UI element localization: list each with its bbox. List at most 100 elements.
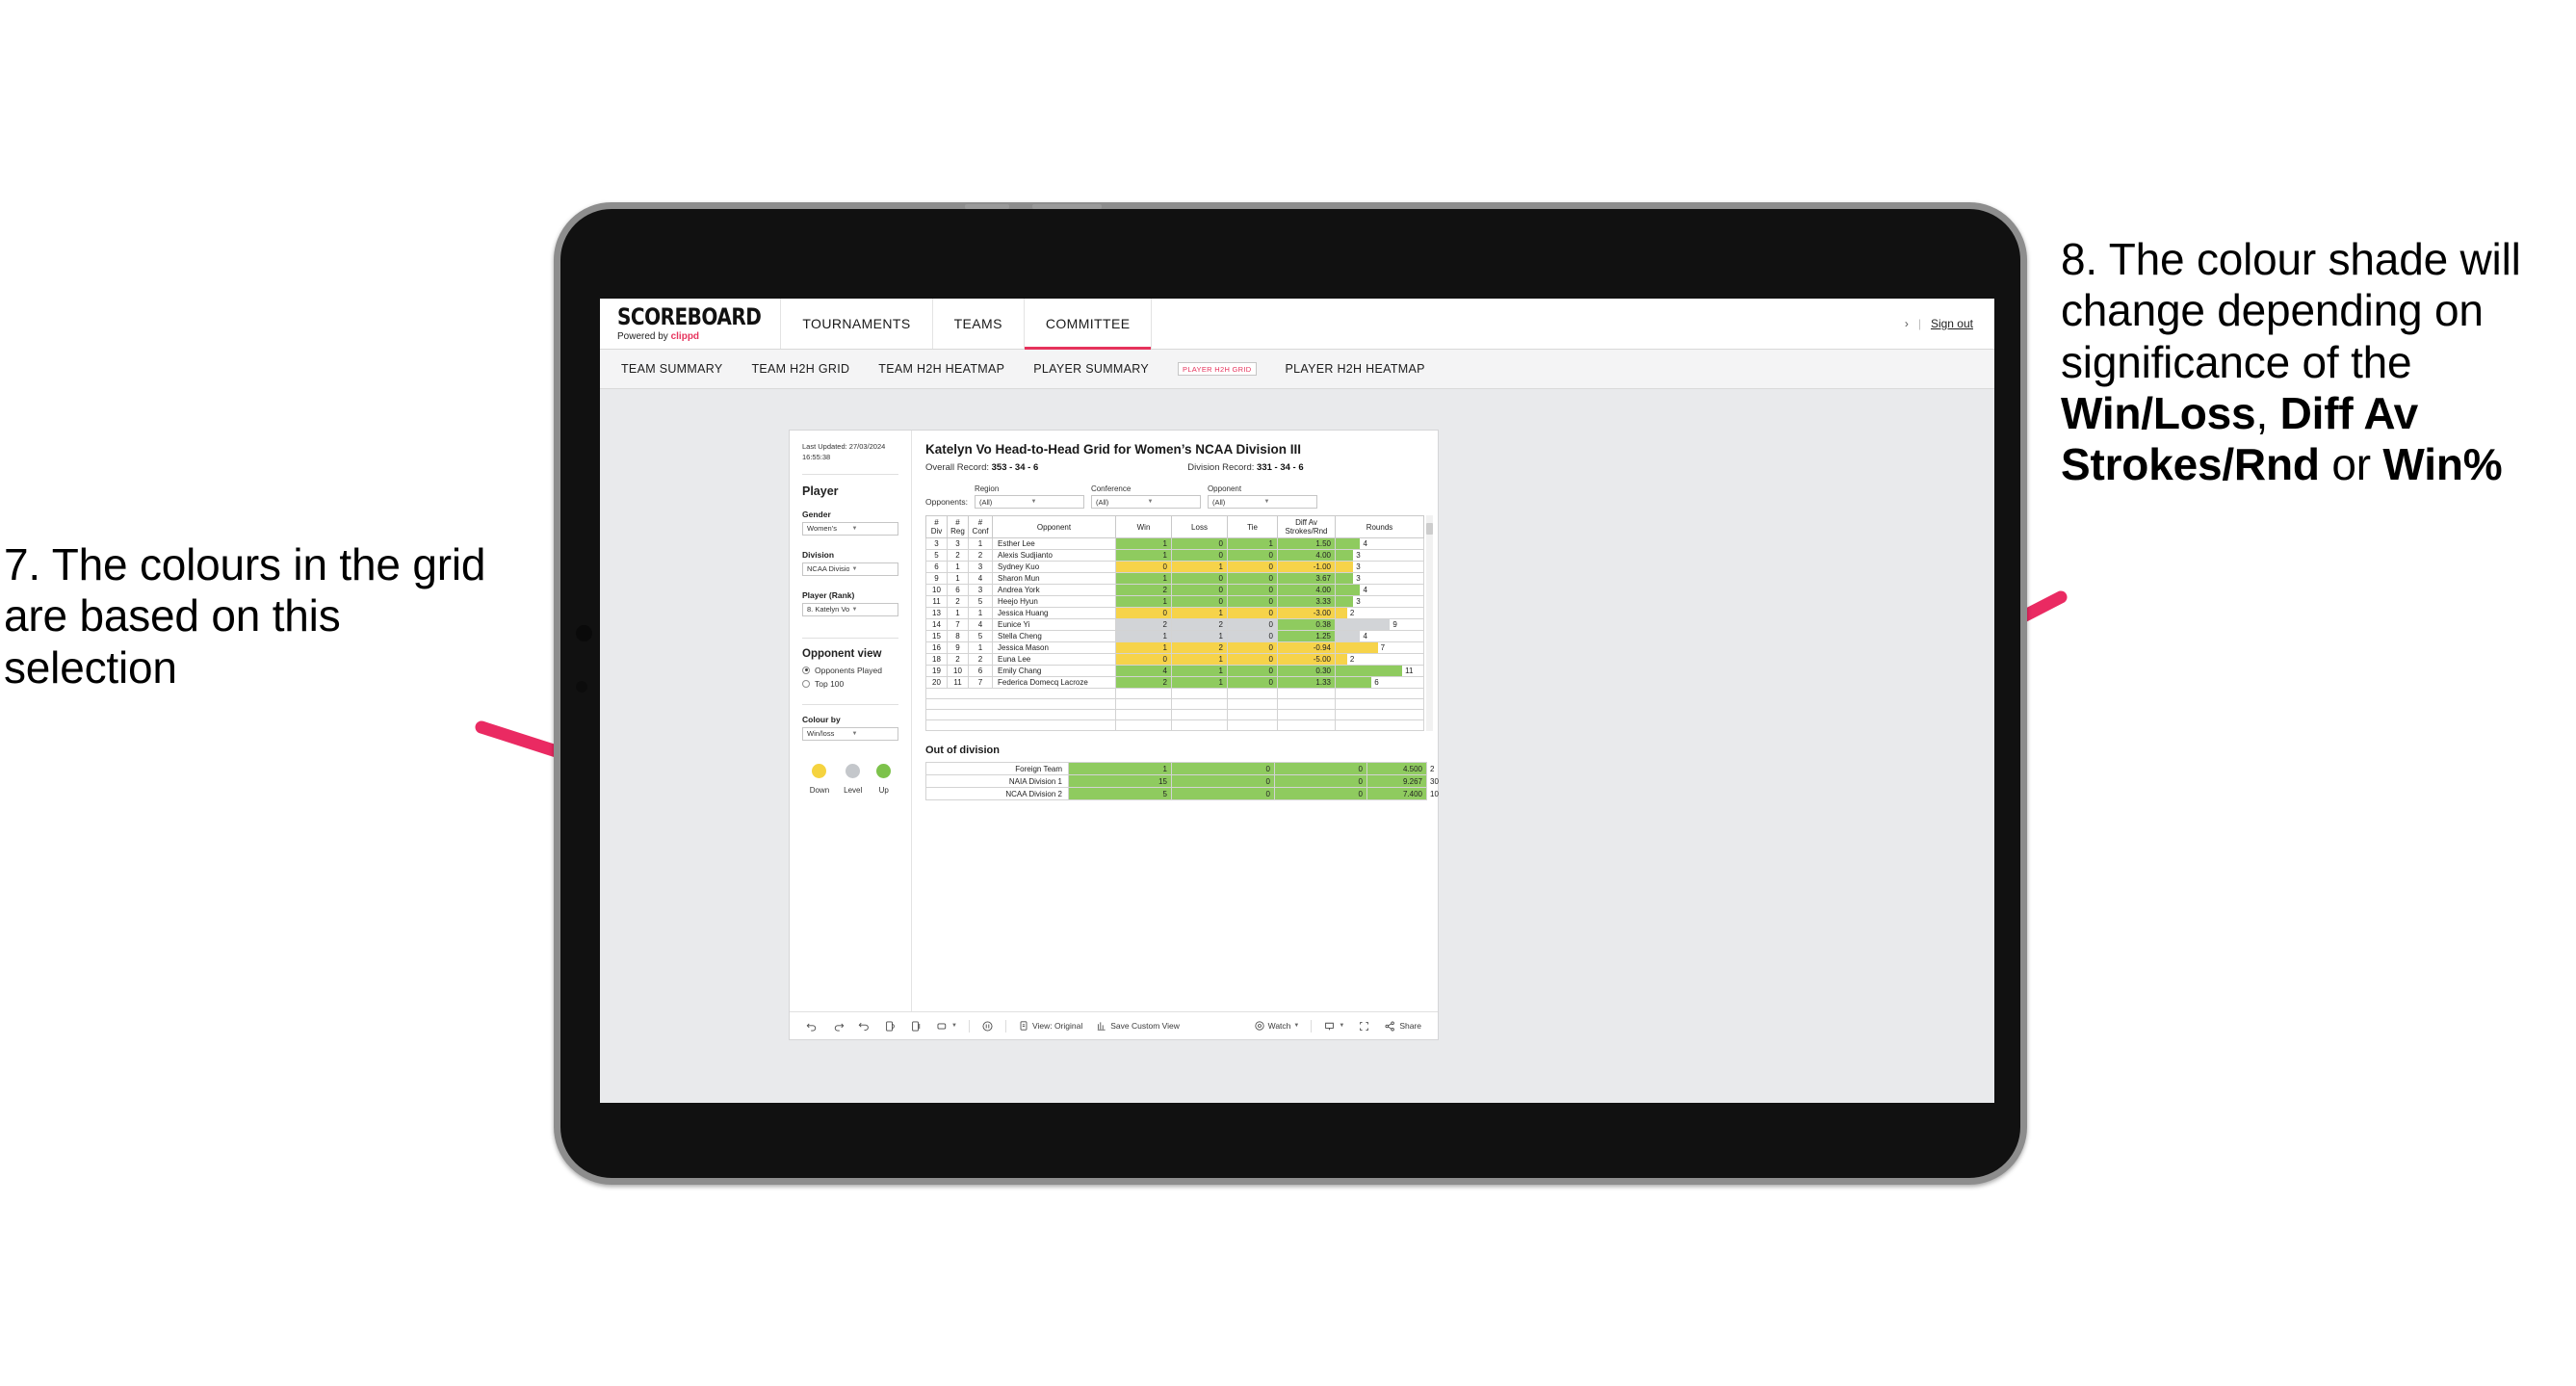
gender-select[interactable]: Women’s ▼ [802, 521, 898, 536]
chevron-down-icon: ▼ [851, 565, 858, 572]
cell-conf: 4 [968, 618, 993, 632]
division-record: Division Record: 331 - 34 - 6 [1187, 462, 1303, 473]
watch-button[interactable]: Watch ▼ [1247, 1020, 1307, 1032]
table-row[interactable]: 18 2 2 Euna Lee 0 1 0 -5.00 2 [925, 653, 1424, 667]
cell-diff-av-strokes: 7.400 [1366, 787, 1427, 801]
table-row[interactable]: 10 6 3 Andrea York 2 0 0 4.00 4 [925, 584, 1424, 597]
share-button[interactable]: Share [1377, 1020, 1428, 1033]
device-preview-button[interactable]: ▼ [929, 1020, 964, 1033]
overall-record-value: 353 - 34 - 6 [991, 462, 1039, 473]
cell-tie: 0 [1227, 561, 1278, 574]
table-row[interactable]: 16 9 1 Jessica Mason 1 2 0 -0.94 7 [925, 641, 1424, 655]
tablet-screen: SCOREBOARD Powered by clippd TOURNAMENTS… [600, 299, 1994, 1103]
sign-out-link[interactable]: Sign out [1931, 317, 1973, 330]
cell-win: 2 [1115, 618, 1172, 632]
chevron-right-icon[interactable]: › [1905, 317, 1909, 330]
refresh-button[interactable] [877, 1020, 903, 1033]
out-of-division-row[interactable]: NCAA Division 2 5 0 0 7.400 10 [925, 787, 1439, 801]
subnav-team-h2h-grid[interactable]: TEAM H2H GRID [751, 362, 849, 376]
table-row[interactable]: 5 2 2 Alexis Sudjianto 1 0 0 4.00 3 [925, 549, 1424, 562]
subnav-player-summary[interactable]: PLAYER SUMMARY [1033, 362, 1149, 376]
out-of-division-row[interactable]: NAIA Division 1 15 0 0 9.267 30 [925, 774, 1439, 789]
table-row[interactable]: 3 3 1 Esther Lee 1 0 1 1.50 4 [925, 537, 1424, 551]
out-of-division-table: Foreign Team 1 0 0 4.500 2 NAIA Division 1 15 0 0… [925, 762, 1439, 801]
table-row[interactable]: 6 1 3 Sydney Kuo 0 1 0 -1.00 3 [925, 561, 1424, 574]
table-row[interactable]: 11 2 5 Heejo Hyun 1 0 0 3.33 3 [925, 595, 1424, 609]
colour-by-select[interactable]: Win/loss ▼ [802, 726, 898, 741]
out-of-division-heading: Out of division [925, 745, 1000, 757]
slide-canvas: 7. The colours in the grid are based on … [0, 0, 2576, 1386]
col-win: Win [1115, 514, 1172, 539]
opponent-filters: Opponents: Region (All) ▼ Conference (Al… [925, 484, 1424, 509]
player-rank-select[interactable]: 8. Katelyn Vo ▼ [802, 602, 898, 616]
cell-tie: 0 [1274, 762, 1367, 776]
colour-legend: Down Level Up [802, 763, 898, 795]
view-original-button[interactable]: View: Original [1011, 1020, 1089, 1032]
table-row[interactable]: 9 1 4 Sharon Mun 1 0 0 3.67 3 [925, 572, 1424, 586]
cell-rounds: 3 [1335, 595, 1424, 609]
cell-category: Foreign Team [925, 762, 1069, 776]
cell-diff-av-strokes: 4.00 [1277, 549, 1336, 562]
region-filter-select[interactable]: (All) ▼ [974, 495, 1084, 509]
brand-subtitle-prefix: Powered by [617, 331, 671, 342]
division-record-label: Division Record: [1187, 462, 1258, 473]
subnav-team-h2h-heatmap[interactable]: TEAM H2H HEATMAP [878, 362, 1004, 376]
col-rounds: Rounds [1335, 514, 1424, 539]
conference-filter-select[interactable]: (All) ▼ [1090, 495, 1201, 509]
download-button[interactable]: ▼ [1316, 1020, 1351, 1033]
subnav-player-h2h-heatmap[interactable]: PLAYER H2H HEATMAP [1286, 362, 1425, 376]
subnav-player-h2h-grid[interactable]: PLAYER H2H GRID [1178, 362, 1257, 376]
cell-rounds: 2 [1335, 607, 1424, 620]
nav-item-teams[interactable]: TEAMS [933, 299, 1025, 349]
table-row[interactable]: 13 1 1 Jessica Huang 0 1 0 -3.00 2 [925, 607, 1424, 620]
cell-opponent: Stella Cheng [992, 630, 1116, 643]
cell-tie: 0 [1227, 665, 1278, 678]
cell-tie: 0 [1227, 630, 1278, 643]
header-divider: | [1917, 317, 1921, 330]
nav-item-tournaments[interactable]: TOURNAMENTS [781, 299, 933, 349]
opponent-filter-select[interactable]: (All) ▼ [1207, 495, 1317, 509]
subnav-team-summary[interactable]: TEAM SUMMARY [621, 362, 722, 376]
dashboard-card: Last Updated: 27/03/2024 16:55:38 Player… [789, 430, 1439, 1040]
toolbar-divider-2 [1004, 1019, 1006, 1033]
cell-loss: 0 [1171, 549, 1228, 562]
cell-win: 4 [1115, 665, 1172, 678]
cell-loss: 1 [1171, 653, 1228, 667]
redo-button[interactable] [825, 1020, 851, 1033]
cell-reg: 1 [947, 572, 969, 586]
save-custom-view-button[interactable]: Save Custom View [1089, 1020, 1186, 1032]
table-row[interactable]: 20 11 7 Federica Domecq Lacroze 2 1 0 1.33 6 [925, 676, 1424, 690]
table-row[interactable]: 15 8 5 Stella Cheng 1 1 0 1.25 4 [925, 630, 1424, 643]
cell-win: 1 [1115, 572, 1172, 586]
cell-diff-av-strokes: -3.00 [1277, 607, 1336, 620]
division-select[interactable]: NCAA Division III ▼ [802, 562, 898, 576]
legend-label-up: Up [878, 785, 889, 795]
cell-category: NCAA Division 2 [925, 787, 1069, 801]
chevron-down-icon: ▼ [1263, 499, 1270, 505]
col-opponent: Opponent [992, 514, 1116, 539]
table-row[interactable]: 19 10 6 Emily Chang 4 1 0 0.30 11 [925, 665, 1424, 678]
radio-top-100[interactable]: Top 100 [802, 679, 898, 689]
table-row[interactable]: 14 7 4 Eunice Yi 2 2 0 0.38 9 [925, 618, 1424, 632]
cell-rounds: 3 [1335, 549, 1424, 562]
pause-button[interactable] [903, 1020, 929, 1033]
out-of-division-row[interactable]: Foreign Team 1 0 0 4.500 2 [925, 762, 1434, 776]
revert-button[interactable] [851, 1020, 877, 1033]
fullscreen-button[interactable] [1351, 1020, 1377, 1033]
radio-opponents-played[interactable]: Opponents Played [802, 666, 898, 675]
table-scrollbar-track[interactable] [1426, 515, 1433, 732]
volume-button[interactable] [965, 204, 1009, 209]
region-filter-value: (All) [978, 497, 993, 507]
cell-opponent: Heejo Hyun [992, 595, 1116, 609]
cell-rounds: 4 [1335, 630, 1424, 643]
power-button[interactable] [1032, 204, 1102, 209]
nav-item-committee[interactable]: COMMITTEE [1024, 299, 1153, 350]
pause-auto-updates-button[interactable] [975, 1020, 1001, 1033]
chevron-down-icon: ▼ [951, 1023, 957, 1029]
brand-logo[interactable]: SCOREBOARD Powered by clippd [600, 299, 782, 349]
record-summary: Overall Record: 353 - 34 - 6 Division Re… [925, 462, 1424, 473]
table-scrollbar-thumb[interactable] [1426, 523, 1433, 535]
undo-button[interactable] [799, 1020, 825, 1033]
